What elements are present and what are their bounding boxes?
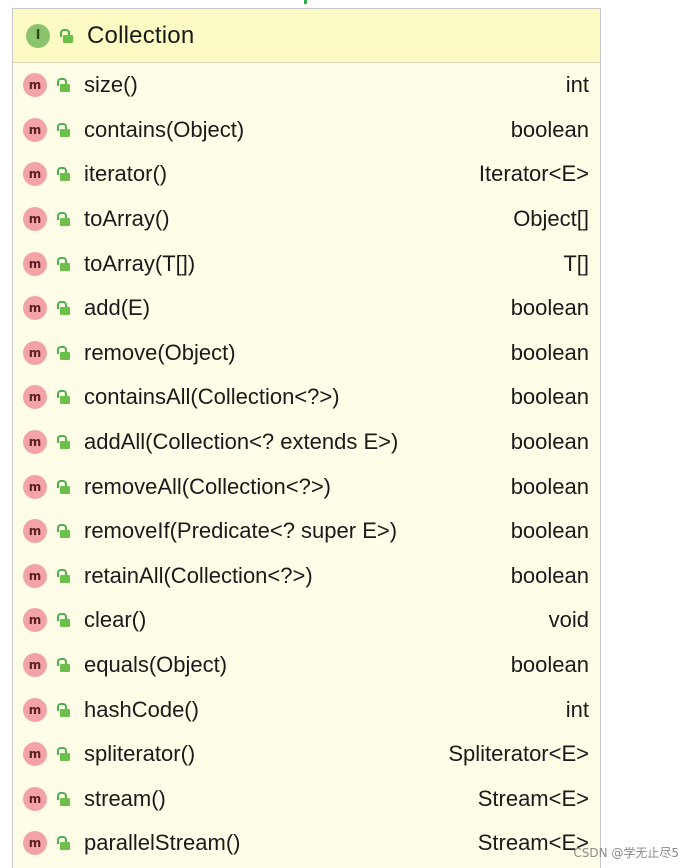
popup-header: I Collection xyxy=(13,9,600,63)
return-type: boolean xyxy=(510,339,589,365)
return-type: Object[] xyxy=(513,206,589,232)
return-type: boolean xyxy=(510,652,589,678)
method-signature: contains(Object) xyxy=(84,116,245,142)
member-row[interactable]: m clear() void xyxy=(13,598,600,643)
member-row[interactable]: m hashCode() int xyxy=(13,687,600,732)
public-lock-icon xyxy=(57,568,70,583)
method-signature: toArray() xyxy=(84,206,170,232)
member-row[interactable]: m containsAll(Collection<?>) boolean xyxy=(13,375,600,420)
public-lock-icon xyxy=(57,78,70,93)
member-row[interactable]: m remove(Object) boolean xyxy=(13,331,600,376)
method-signature: iterator() xyxy=(84,161,168,187)
public-lock-icon xyxy=(57,524,70,539)
top-edge-mark xyxy=(304,0,307,4)
public-lock-icon xyxy=(57,613,70,628)
method-icon: m xyxy=(23,385,47,410)
method-icon: m xyxy=(23,296,47,321)
method-icon: m xyxy=(23,563,47,588)
interface-icon: I xyxy=(26,23,50,48)
public-lock-icon xyxy=(57,301,70,316)
member-row[interactable]: m retainAll(Collection<?>) boolean xyxy=(13,554,600,599)
public-lock-icon xyxy=(57,836,70,851)
public-lock-icon xyxy=(57,702,70,717)
return-type: boolean xyxy=(510,295,589,321)
method-signature: equals(Object) xyxy=(84,652,228,678)
method-icon: m xyxy=(23,340,47,365)
return-type: boolean xyxy=(510,518,589,544)
method-signature: containsAll(Collection<?>) xyxy=(84,384,340,410)
member-row[interactable]: m parallelStream() Stream<E> xyxy=(13,821,600,866)
member-row[interactable]: m addAll(Collection<? extends E>) boolean xyxy=(13,420,600,465)
method-icon: m xyxy=(23,519,47,544)
method-icon: m xyxy=(23,653,47,678)
method-icon: m xyxy=(23,430,47,455)
method-icon: m xyxy=(23,831,47,856)
method-signature: remove(Object) xyxy=(84,339,236,365)
member-row[interactable]: m toArray() Object[] xyxy=(13,197,600,242)
method-icon: m xyxy=(23,474,47,499)
public-lock-icon xyxy=(57,122,70,137)
public-lock-icon xyxy=(57,167,70,182)
method-icon: m xyxy=(23,162,47,187)
method-icon: m xyxy=(23,786,47,811)
method-signature: spliterator() xyxy=(84,741,196,767)
return-type: int xyxy=(565,72,589,98)
watermark: CSDN @学无止尽5 xyxy=(573,846,679,860)
method-signature: retainAll(Collection<?>) xyxy=(84,562,313,588)
return-type: boolean xyxy=(510,429,589,455)
method-signature: removeAll(Collection<?>) xyxy=(84,473,331,499)
method-signature: removeIf(Predicate<? super E>) xyxy=(84,518,398,544)
member-row[interactable]: m size() int xyxy=(13,63,600,108)
public-lock-icon xyxy=(57,747,70,762)
member-row[interactable]: m spliterator() Spliterator<E> xyxy=(13,732,600,777)
method-icon: m xyxy=(23,251,47,276)
member-row[interactable]: m iterator() Iterator<E> xyxy=(13,152,600,197)
method-signature: add(E) xyxy=(84,295,151,321)
public-lock-icon xyxy=(57,658,70,673)
public-lock-icon xyxy=(57,390,70,405)
return-type: int xyxy=(565,696,589,722)
structure-popup: I Collection m size() int m contains(Object)… xyxy=(12,8,601,868)
method-signature: size() xyxy=(84,72,138,98)
public-lock-icon xyxy=(57,791,70,806)
method-signature: addAll(Collection<? extends E>) xyxy=(84,429,399,455)
public-lock-icon xyxy=(60,28,73,43)
method-signature: toArray(T[]) xyxy=(84,250,196,276)
interface-title: Collection xyxy=(87,21,195,49)
method-icon: m xyxy=(23,117,47,142)
member-row[interactable]: m removeAll(Collection<?>) boolean xyxy=(13,464,600,509)
return-type: boolean xyxy=(510,116,589,142)
method-icon: m xyxy=(23,73,47,98)
method-signature: hashCode() xyxy=(84,696,199,722)
return-type: boolean xyxy=(510,384,589,410)
public-lock-icon xyxy=(57,435,70,450)
return-type: Iterator<E> xyxy=(478,161,589,187)
public-lock-icon xyxy=(57,212,70,227)
method-icon: m xyxy=(23,742,47,767)
method-icon: m xyxy=(23,608,47,633)
member-row[interactable]: m equals(Object) boolean xyxy=(13,643,600,688)
return-type: Stream<E> xyxy=(477,785,589,811)
return-type: void xyxy=(548,607,589,633)
return-type: boolean xyxy=(510,562,589,588)
return-type: boolean xyxy=(510,473,589,499)
member-row[interactable]: m stream() Stream<E> xyxy=(13,777,600,822)
public-lock-icon xyxy=(57,345,70,360)
public-lock-icon xyxy=(57,479,70,494)
return-type: T[] xyxy=(563,250,589,276)
member-row[interactable]: m toArray(T[]) T[] xyxy=(13,241,600,286)
method-signature: stream() xyxy=(84,785,166,811)
method-signature: parallelStream() xyxy=(84,830,241,856)
member-row[interactable]: m contains(Object) boolean xyxy=(13,108,600,153)
return-type: Stream<E> xyxy=(477,830,589,856)
member-list: m size() int m contains(Object) boolean m itera… xyxy=(13,63,600,866)
member-row[interactable]: m add(E) boolean xyxy=(13,286,600,331)
member-row[interactable]: m removeIf(Predicate<? super E>) boolean xyxy=(13,509,600,554)
method-signature: clear() xyxy=(84,607,147,633)
public-lock-icon xyxy=(57,256,70,271)
return-type: Spliterator<E> xyxy=(448,741,589,767)
method-icon: m xyxy=(23,207,47,232)
method-icon: m xyxy=(23,697,47,722)
